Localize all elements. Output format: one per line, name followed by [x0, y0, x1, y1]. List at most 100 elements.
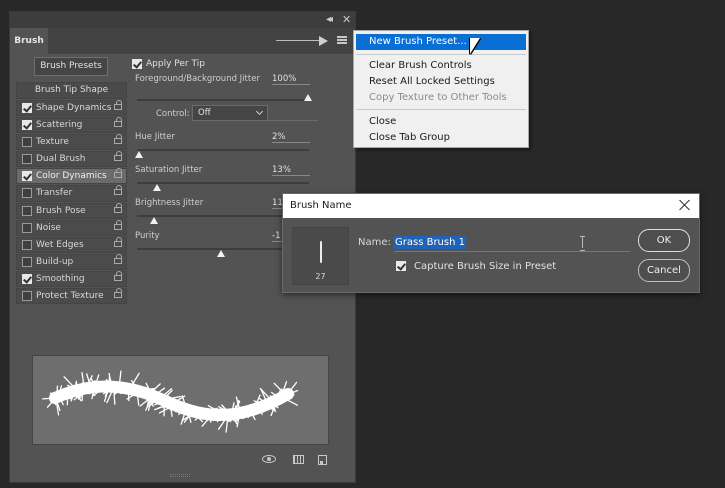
purity-slider[interactable]	[217, 250, 225, 257]
lock-icon[interactable]	[114, 236, 122, 247]
lock-icon[interactable]	[114, 117, 122, 128]
lock-icon[interactable]	[114, 288, 122, 299]
apply-per-tip-option[interactable]: Apply Per Tip	[132, 58, 205, 70]
list-item-label: Shape Dynamics	[36, 103, 112, 113]
toggle-live-tip-icon[interactable]	[262, 455, 276, 463]
list-item[interactable]: Protect Texture	[16, 288, 127, 305]
brush-stroke-preview	[32, 355, 329, 445]
lock-icon[interactable]	[114, 100, 122, 110]
list-item-checkbox[interactable]	[22, 222, 32, 233]
capture-brush-size-option[interactable]: Capture Brush Size in Preset	[396, 260, 556, 273]
lock-icon[interactable]	[114, 151, 122, 162]
list-item[interactable]: Texture	[16, 134, 127, 151]
brush-name-selected-text: Grass Brush 1	[394, 236, 466, 249]
list-item[interactable]: Shape Dynamics	[16, 100, 127, 117]
list-item-label: Smoothing	[36, 273, 85, 284]
list-item[interactable]: Wet Edges	[16, 236, 127, 253]
list-item[interactable]: Build-up	[16, 253, 127, 270]
menu-divider	[356, 54, 526, 55]
tab-brush[interactable]: Brush	[10, 28, 48, 54]
list-item-checkbox[interactable]	[22, 171, 32, 182]
lock-icon[interactable]	[114, 185, 122, 196]
control-underline	[268, 120, 318, 121]
hue-jitter-track[interactable]	[137, 149, 309, 151]
list-item-checkbox[interactable]	[22, 256, 32, 267]
list-item-checkbox[interactable]	[22, 291, 32, 302]
brush-presets-button[interactable]: Brush Presets	[34, 57, 108, 76]
menu-item-reset-locked-settings[interactable]: Reset All Locked Settings	[356, 74, 526, 90]
capture-brush-size-checkbox[interactable]	[396, 261, 406, 271]
close-panel-icon[interactable]: ✕	[342, 14, 351, 25]
cancel-button[interactable]: Cancel	[638, 259, 690, 282]
panel-tab-bar: Brush	[10, 28, 355, 54]
list-item-label: Protect Texture	[36, 291, 104, 302]
apply-per-tip-checkbox[interactable]	[132, 59, 142, 69]
ok-button[interactable]: OK	[638, 229, 690, 252]
fg-bg-jitter-value[interactable]: 100%	[272, 74, 310, 85]
brightness-jitter-label: Brightness Jitter	[135, 198, 204, 208]
lock-icon[interactable]	[114, 168, 122, 179]
lock-icon[interactable]	[114, 134, 122, 145]
brush-tip-shape-item[interactable]: Brush Tip Shape	[16, 82, 127, 99]
purity-label: Purity	[135, 231, 160, 241]
chevron-down-icon	[255, 107, 264, 116]
capture-brush-size-label: Capture Brush Size in Preset	[414, 261, 557, 272]
lock-icon[interactable]	[114, 202, 122, 213]
brush-projection-icon[interactable]	[293, 455, 304, 464]
saturation-jitter-track[interactable]	[137, 182, 309, 184]
list-item-label: Color Dynamics	[36, 171, 107, 182]
menu-divider	[356, 109, 526, 110]
saturation-jitter-value[interactable]: 13%	[272, 165, 310, 176]
list-item-checkbox[interactable]	[22, 120, 32, 131]
fg-bg-jitter-label: Foreground/Background Jitter	[135, 74, 260, 84]
list-item-checkbox[interactable]	[22, 239, 32, 250]
dialog-title-bar: Brush Name	[283, 194, 699, 218]
list-item-checkbox[interactable]	[22, 273, 32, 284]
panel-flyout-menu: New Brush Preset... Clear Brush Controls…	[353, 30, 529, 148]
brightness-jitter-slider[interactable]	[150, 217, 158, 224]
menu-item-new-brush-preset[interactable]: New Brush Preset...	[356, 34, 526, 50]
control-select[interactable]: Off	[192, 105, 268, 121]
list-item[interactable]: Brush Pose	[16, 202, 127, 219]
create-new-brush-icon[interactable]	[318, 455, 327, 465]
lock-icon[interactable]	[114, 219, 122, 230]
list-item-label: Scattering	[36, 120, 83, 131]
list-item[interactable]: Smoothing	[16, 270, 127, 288]
saturation-jitter-slider[interactable]	[153, 184, 161, 191]
collapse-icon[interactable]: ◂◂	[326, 14, 333, 25]
list-item-label: Brush Pose	[36, 205, 86, 216]
menu-item-clear-brush-controls[interactable]: Clear Brush Controls	[356, 58, 526, 74]
list-item[interactable]: Color Dynamics	[16, 168, 127, 185]
brush-tip-thumbnail: 27	[292, 227, 349, 285]
lock-icon[interactable]	[114, 253, 122, 264]
mouse-pointer-icon	[470, 38, 480, 54]
menu-item-close[interactable]: Close	[356, 114, 526, 130]
lock-icon[interactable]	[114, 270, 122, 281]
list-item[interactable]: Dual Brush	[16, 151, 127, 168]
panel-menu-icon[interactable]	[337, 36, 347, 44]
list-item-label: Transfer	[36, 188, 73, 199]
list-item-checkbox[interactable]	[22, 205, 32, 216]
close-icon[interactable]	[679, 199, 691, 211]
list-item-checkbox[interactable]	[22, 103, 32, 113]
fg-bg-jitter-slider[interactable]	[304, 94, 312, 101]
brush-name-dialog: Brush Name 27 Name: Grass Brush 1 Captur…	[282, 193, 700, 293]
list-item-checkbox[interactable]	[22, 137, 32, 148]
fg-bg-jitter-track[interactable]	[137, 99, 309, 101]
brush-tip-size: 27	[315, 272, 326, 281]
menu-item-copy-texture[interactable]: Copy Texture to Other Tools	[356, 90, 526, 106]
hue-jitter-slider[interactable]	[135, 151, 143, 158]
panel-top-bar: ◂◂ ✕	[10, 12, 355, 28]
list-item-checkbox[interactable]	[22, 154, 32, 165]
list-item[interactable]: Noise	[16, 219, 127, 236]
menu-item-close-tab-group[interactable]: Close Tab Group	[356, 130, 526, 146]
brush-name-input[interactable]: Grass Brush 1	[394, 235, 630, 252]
list-item-label: Noise	[36, 222, 61, 233]
list-item[interactable]: Scattering	[16, 117, 127, 134]
list-item[interactable]: Transfer	[16, 185, 127, 202]
resize-grip[interactable]	[170, 474, 190, 477]
list-item-label: Build-up	[36, 256, 74, 267]
hue-jitter-value[interactable]: 2%	[272, 132, 310, 143]
grass-stroke-preview	[42, 370, 299, 433]
list-item-checkbox[interactable]	[22, 188, 32, 199]
